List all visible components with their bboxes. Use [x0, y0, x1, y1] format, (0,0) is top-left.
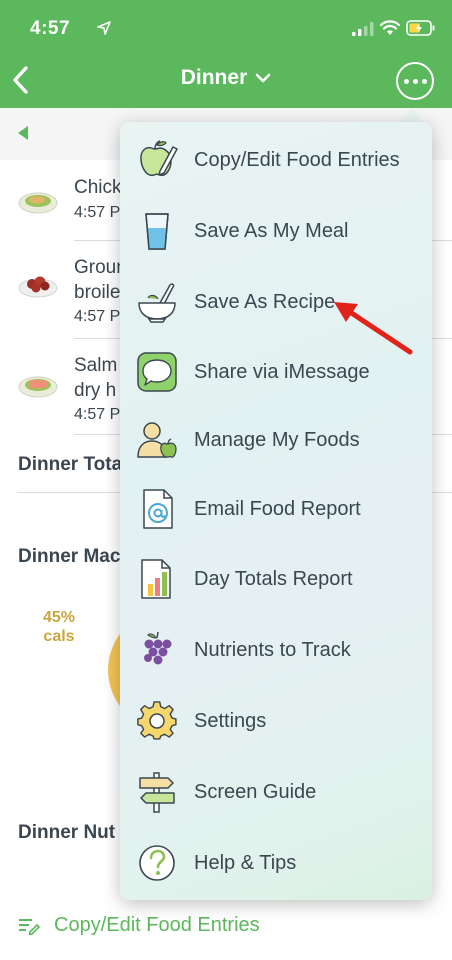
chevron-down-icon: [255, 73, 271, 83]
menu-label: Nutrients to Track: [194, 638, 351, 661]
options-menu: Copy/Edit Food Entries Save As My Meal S…: [120, 122, 432, 900]
signpost-icon: [139, 772, 175, 813]
status-time: 4:57: [30, 18, 71, 39]
menu-label: Share via iMessage: [194, 360, 370, 383]
menu-item-manage-my-foods[interactable]: Manage My Foods: [120, 405, 432, 475]
menu-item-settings[interactable]: Settings: [120, 686, 432, 756]
location-arrow-icon: [97, 21, 111, 35]
bar-report-icon: [141, 559, 171, 599]
food-time: 4:57 P: [74, 308, 121, 325]
grapes-icon: [144, 631, 172, 665]
menu-item-save-as-my-meal[interactable]: Save As My Meal: [120, 196, 432, 266]
apple-pencil-icon: [140, 140, 178, 177]
wifi-icon: [380, 20, 400, 35]
food-name: Salm: [74, 355, 118, 376]
food-name: Groun: [74, 257, 127, 278]
menu-label: Save As My Meal: [194, 219, 349, 242]
menu-label: Screen Guide: [194, 780, 317, 803]
ground-meat-image: [18, 276, 58, 298]
menu-item-day-totals-report[interactable]: Day Totals Report: [120, 544, 432, 614]
meal-title: Dinner: [180, 66, 248, 89]
menu-label: Settings: [194, 709, 267, 732]
menu-label: Copy/Edit Food Entries: [194, 148, 400, 171]
annotation-arrow: [334, 302, 413, 355]
food-name: Chick: [74, 177, 122, 198]
dot: [412, 78, 418, 84]
menu-item-help-and-tips[interactable]: Help & Tips: [120, 828, 432, 898]
copy-edit-food-entries-link[interactable]: Copy/Edit Food Entries: [18, 914, 260, 937]
food-time: 4:57 P: [74, 406, 121, 423]
cals-percent-label: 45% cals: [36, 608, 82, 646]
person-apple-icon: [137, 422, 177, 458]
cell-signal-icon: [352, 22, 374, 36]
previous-date-arrow[interactable]: [18, 126, 28, 140]
more-options-button[interactable]: [396, 62, 434, 100]
dot: [403, 78, 409, 84]
copy-edit-food-entries-label: Copy/Edit Food Entries: [54, 914, 260, 936]
food-time: 4:57 P: [74, 204, 121, 221]
menu-item-nutrients-to-track[interactable]: Nutrients to Track: [120, 615, 432, 685]
dot: [421, 78, 427, 84]
gear-icon: [137, 701, 177, 740]
food-name-line2: dry h: [74, 380, 117, 401]
chicken-salad-image: [18, 192, 58, 214]
cals-percent-unit: cals: [43, 628, 75, 645]
dinner-nutrients-title: Dinner Nut: [18, 822, 116, 843]
help-icon: [139, 845, 175, 881]
dinner-totals-title: Dinner Tota: [18, 454, 123, 475]
menu-item-screen-guide[interactable]: Screen Guide: [120, 757, 432, 827]
edit-list-icon: [19, 918, 40, 935]
cals-percent-value: 45%: [42, 609, 76, 626]
salmon-image: [18, 376, 58, 398]
menu-label: Day Totals Report: [194, 567, 353, 590]
meal-title-dropdown[interactable]: Dinner: [181, 66, 272, 90]
menu-label: Email Food Report: [194, 497, 361, 520]
battery-charging-icon: [406, 20, 435, 36]
menu-label: Manage My Foods: [194, 428, 360, 451]
email-document-icon: [143, 489, 173, 529]
menu-label: Help & Tips: [194, 851, 297, 874]
app-header: 4:57 Dinner: [0, 0, 452, 108]
mortar-pestle-icon: [138, 283, 176, 323]
menu-label: Save As Recipe: [194, 290, 336, 313]
glass-icon: [145, 213, 169, 250]
menu-item-copy-edit-food-entries[interactable]: Copy/Edit Food Entries: [120, 125, 432, 195]
menu-item-email-food-report[interactable]: Email Food Report: [120, 474, 432, 544]
food-name-line2: broile: [74, 282, 121, 303]
dinner-macros-title: Dinner Mac: [18, 546, 121, 567]
message-bubble-icon: [137, 352, 177, 392]
status-bar: 4:57: [0, 0, 452, 58]
